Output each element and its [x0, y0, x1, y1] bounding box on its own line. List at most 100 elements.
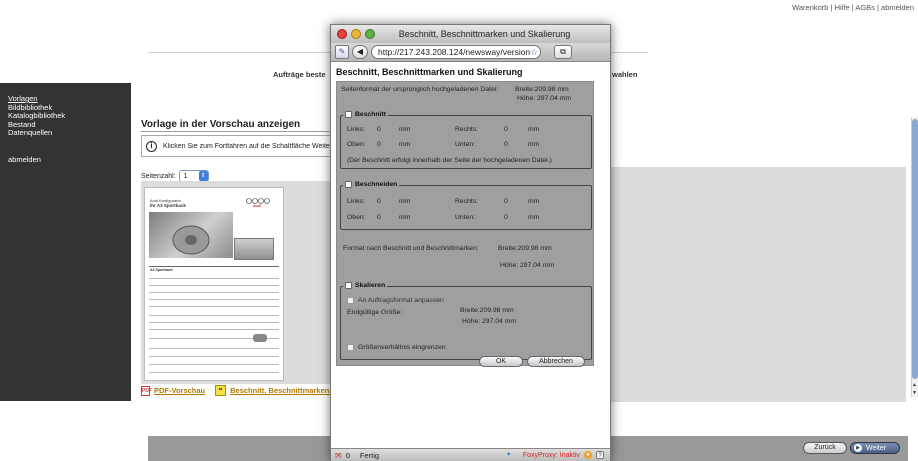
document-preview: Audi Konfigurator Ihr A3 Sportback Audi … — [144, 187, 284, 381]
bleed-label: Beschnitt — [355, 111, 386, 118]
page-title: Vorlage in der Vorschau anzeigen — [141, 119, 301, 130]
final-size-label: Endgültige Größe: — [347, 309, 403, 316]
bleed-right-value[interactable]: 0 — [504, 126, 508, 133]
car-interior-image — [149, 212, 233, 258]
bleed-checkbox[interactable] — [345, 111, 352, 118]
mail-icon[interactable]: ✉ — [335, 451, 342, 460]
orig-format-label: Seitenformat der ursprünglich hochgelade… — [341, 86, 499, 93]
window-titlebar[interactable]: Beschnitt, Beschnittmarken und Skalierun… — [331, 25, 610, 43]
foxyproxy-status[interactable]: FoxyProxy: Inaktiv — [523, 452, 580, 459]
ok-button[interactable]: OK — [479, 356, 523, 367]
scale-checkbox[interactable] — [345, 282, 352, 289]
cart-link[interactable]: Warenkorb — [792, 3, 828, 12]
crop-top-value[interactable]: 0 — [377, 214, 381, 221]
fit-label: An Auftragsformat anpassen — [358, 297, 444, 304]
bleed-top-value[interactable]: 0 — [377, 141, 381, 148]
help-icon[interactable]: ? — [596, 451, 604, 459]
nav-orders-link[interactable]: Aufträge beste — [273, 70, 326, 79]
doc-brand-line2: Ihr A3 Sportback — [150, 203, 186, 208]
dialog-panel: Seitenformat der ursprünglich hochgelade… — [336, 81, 594, 366]
orig-width: Breite:209.98 mm — [515, 86, 569, 93]
popup-content: Beschnitt, Beschnittmarken und Skalierun… — [331, 62, 610, 448]
crop-group — [340, 185, 592, 230]
fit-row: An Auftragsformat anpassen — [347, 297, 444, 304]
crop-checkbox[interactable] — [345, 181, 352, 188]
scroll-up-icon[interactable]: ▲ — [912, 382, 917, 388]
scale-group-header: Skalieren — [343, 282, 388, 289]
fit-checkbox[interactable] — [347, 297, 354, 304]
wheel-thumbnail — [253, 334, 267, 342]
bleed-top-label: Oben: — [347, 141, 366, 148]
logout-link[interactable]: abmelden — [881, 3, 914, 12]
status-bar: ✉ 0 Fertig ✦ FoxyProxy: Inaktiv ● ? — [331, 448, 610, 461]
maximize-window-icon[interactable] — [365, 29, 375, 39]
window-title: Beschnitt, Beschnittmarken und Skalierun… — [398, 29, 571, 39]
format-after-label: Format nach Beschnitt und Beschnittmarke… — [343, 245, 479, 252]
doc-logo-text: Audi — [253, 204, 261, 208]
car-detail-image — [234, 238, 274, 260]
close-window-icon[interactable] — [337, 29, 347, 39]
info-text: Klicken Sie zum Fortfahren auf die Schal… — [163, 142, 333, 150]
unit-label: mm — [399, 126, 411, 133]
format-after-width: Breite:209.98 mm — [498, 245, 552, 252]
unit-label: mm — [528, 214, 540, 221]
crop-settings-link[interactable]: Beschnitt, Beschnittmarken, — [230, 386, 331, 395]
star-icon[interactable]: ☆ — [530, 47, 538, 58]
pdf-icon: PDF — [141, 385, 152, 396]
edit-icon[interactable]: ✎ — [335, 45, 349, 59]
crop-group-header: Beschneiden — [343, 181, 400, 188]
network-icon: ✦ — [506, 452, 512, 458]
scroll-down-icon[interactable]: ▼ — [912, 390, 917, 396]
crop-right-value[interactable]: 0 — [504, 198, 508, 205]
bleed-group-header: Beschnitt — [343, 111, 388, 118]
title-divider — [141, 131, 351, 132]
crop-bottom-value[interactable]: 0 — [504, 214, 508, 221]
unit-label: mm — [399, 214, 411, 221]
crop-top-label: Oben: — [347, 214, 366, 221]
crop-left-value[interactable]: 0 — [377, 198, 381, 205]
back-arrow-icon[interactable]: ◀ — [352, 45, 368, 59]
crop-right-label: Rechts: — [455, 198, 479, 205]
sidebar-item-logout[interactable]: abmelden — [8, 155, 131, 165]
minimize-window-icon[interactable] — [351, 29, 361, 39]
bleed-note: (Der Beschnitt erfolgt innerhalb der Sei… — [347, 157, 552, 164]
back-button[interactable]: Zurück — [803, 442, 847, 454]
ratio-label: Größenverhältnis eingrenzen — [358, 344, 446, 351]
sidebar-item-data-sources[interactable]: Datenquellen — [8, 128, 131, 138]
bleed-left-value[interactable]: 0 — [377, 126, 381, 133]
cancel-button[interactable]: Abbrechen — [527, 356, 585, 367]
addon-icon[interactable]: ● — [584, 451, 592, 459]
crop-left-label: Links: — [347, 198, 365, 205]
orig-height: Höhe: 297.04 mm — [517, 95, 572, 102]
info-icon: i — [146, 140, 157, 152]
ratio-checkbox[interactable] — [347, 344, 354, 351]
unit-label: mm — [528, 198, 540, 205]
bleed-left-label: Links: — [347, 126, 365, 133]
crop-icon: ⌗ — [215, 385, 227, 396]
status-text: Fertig — [359, 450, 380, 460]
scrollbar[interactable]: ▲ ▼ — [911, 117, 918, 397]
pdf-preview-link[interactable]: PDF-Vorschau — [154, 386, 205, 395]
agb-link[interactable]: AGBs — [855, 3, 875, 12]
scale-label: Skalieren — [355, 282, 386, 289]
final-width: Breite:209.98 mm — [460, 307, 514, 314]
next-button[interactable]: ▶ Weiter — [850, 442, 900, 454]
bleed-bottom-value[interactable]: 0 — [504, 141, 508, 148]
url-bar[interactable]: http://217.243.208.124/newsway/version ☆ — [371, 45, 541, 59]
preview-links: PDF PDF-Vorschau ⌗ Beschnitt, Beschnittm… — [141, 385, 331, 396]
nav-choose-link[interactable]: wahlen — [612, 70, 637, 79]
format-after-height: Höhe: 297.04 mm — [500, 262, 555, 269]
url-text: http://217.243.208.124/newsway/version — [378, 47, 531, 57]
help-link[interactable]: Hilfe — [835, 3, 850, 12]
right-preview-area — [604, 167, 906, 402]
ratio-row: Größenverhältnis eingrenzen — [347, 344, 446, 351]
mail-count: 0 — [345, 450, 350, 460]
next-button-label: Weiter — [866, 444, 887, 452]
page-select-value: 1 — [183, 172, 188, 180]
scrollbar-thumb[interactable] — [912, 119, 918, 379]
unit-label: mm — [528, 126, 540, 133]
doc-section-title: A3 Sportback — [150, 268, 173, 272]
window-icon[interactable]: ⧉ — [554, 45, 572, 59]
audi-logo-icon — [245, 197, 271, 204]
crop-label: Beschneiden — [355, 181, 398, 188]
